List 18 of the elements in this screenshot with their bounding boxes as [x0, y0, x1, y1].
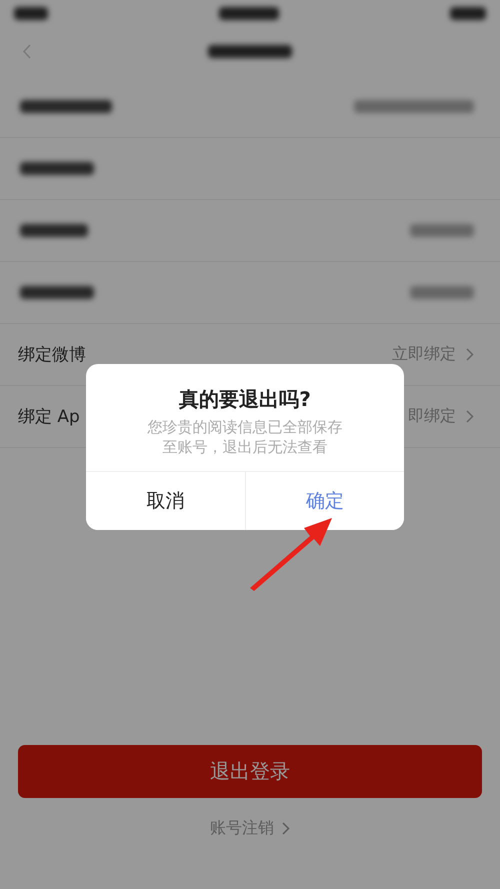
cancel-button[interactable]: 取消 — [86, 472, 246, 530]
blurred-text — [20, 224, 88, 237]
blurred-text — [219, 6, 279, 20]
blurred-text — [14, 6, 48, 20]
chevron-right-icon — [466, 410, 474, 423]
logout-button[interactable]: 退出登录 — [18, 745, 482, 798]
blurred-text — [410, 286, 474, 299]
setting-label: 绑定微博 — [18, 344, 86, 366]
bind-action[interactable]: 即绑定 — [408, 406, 456, 427]
bind-action[interactable]: 立即绑定 — [392, 344, 456, 365]
blurred-text — [410, 224, 474, 237]
chevron-right-icon — [466, 348, 474, 361]
chevron-right-icon — [282, 822, 290, 835]
delete-account-link[interactable]: 账号注销 — [210, 818, 274, 839]
setting-label: 绑定 Ap — [18, 406, 80, 428]
blurred-text — [450, 6, 486, 20]
dialog-title: 真的要退出吗? — [178, 386, 312, 413]
dialog-message: 您珍贵的阅读信息已全部保存至账号，退出后无法查看 — [146, 417, 344, 458]
